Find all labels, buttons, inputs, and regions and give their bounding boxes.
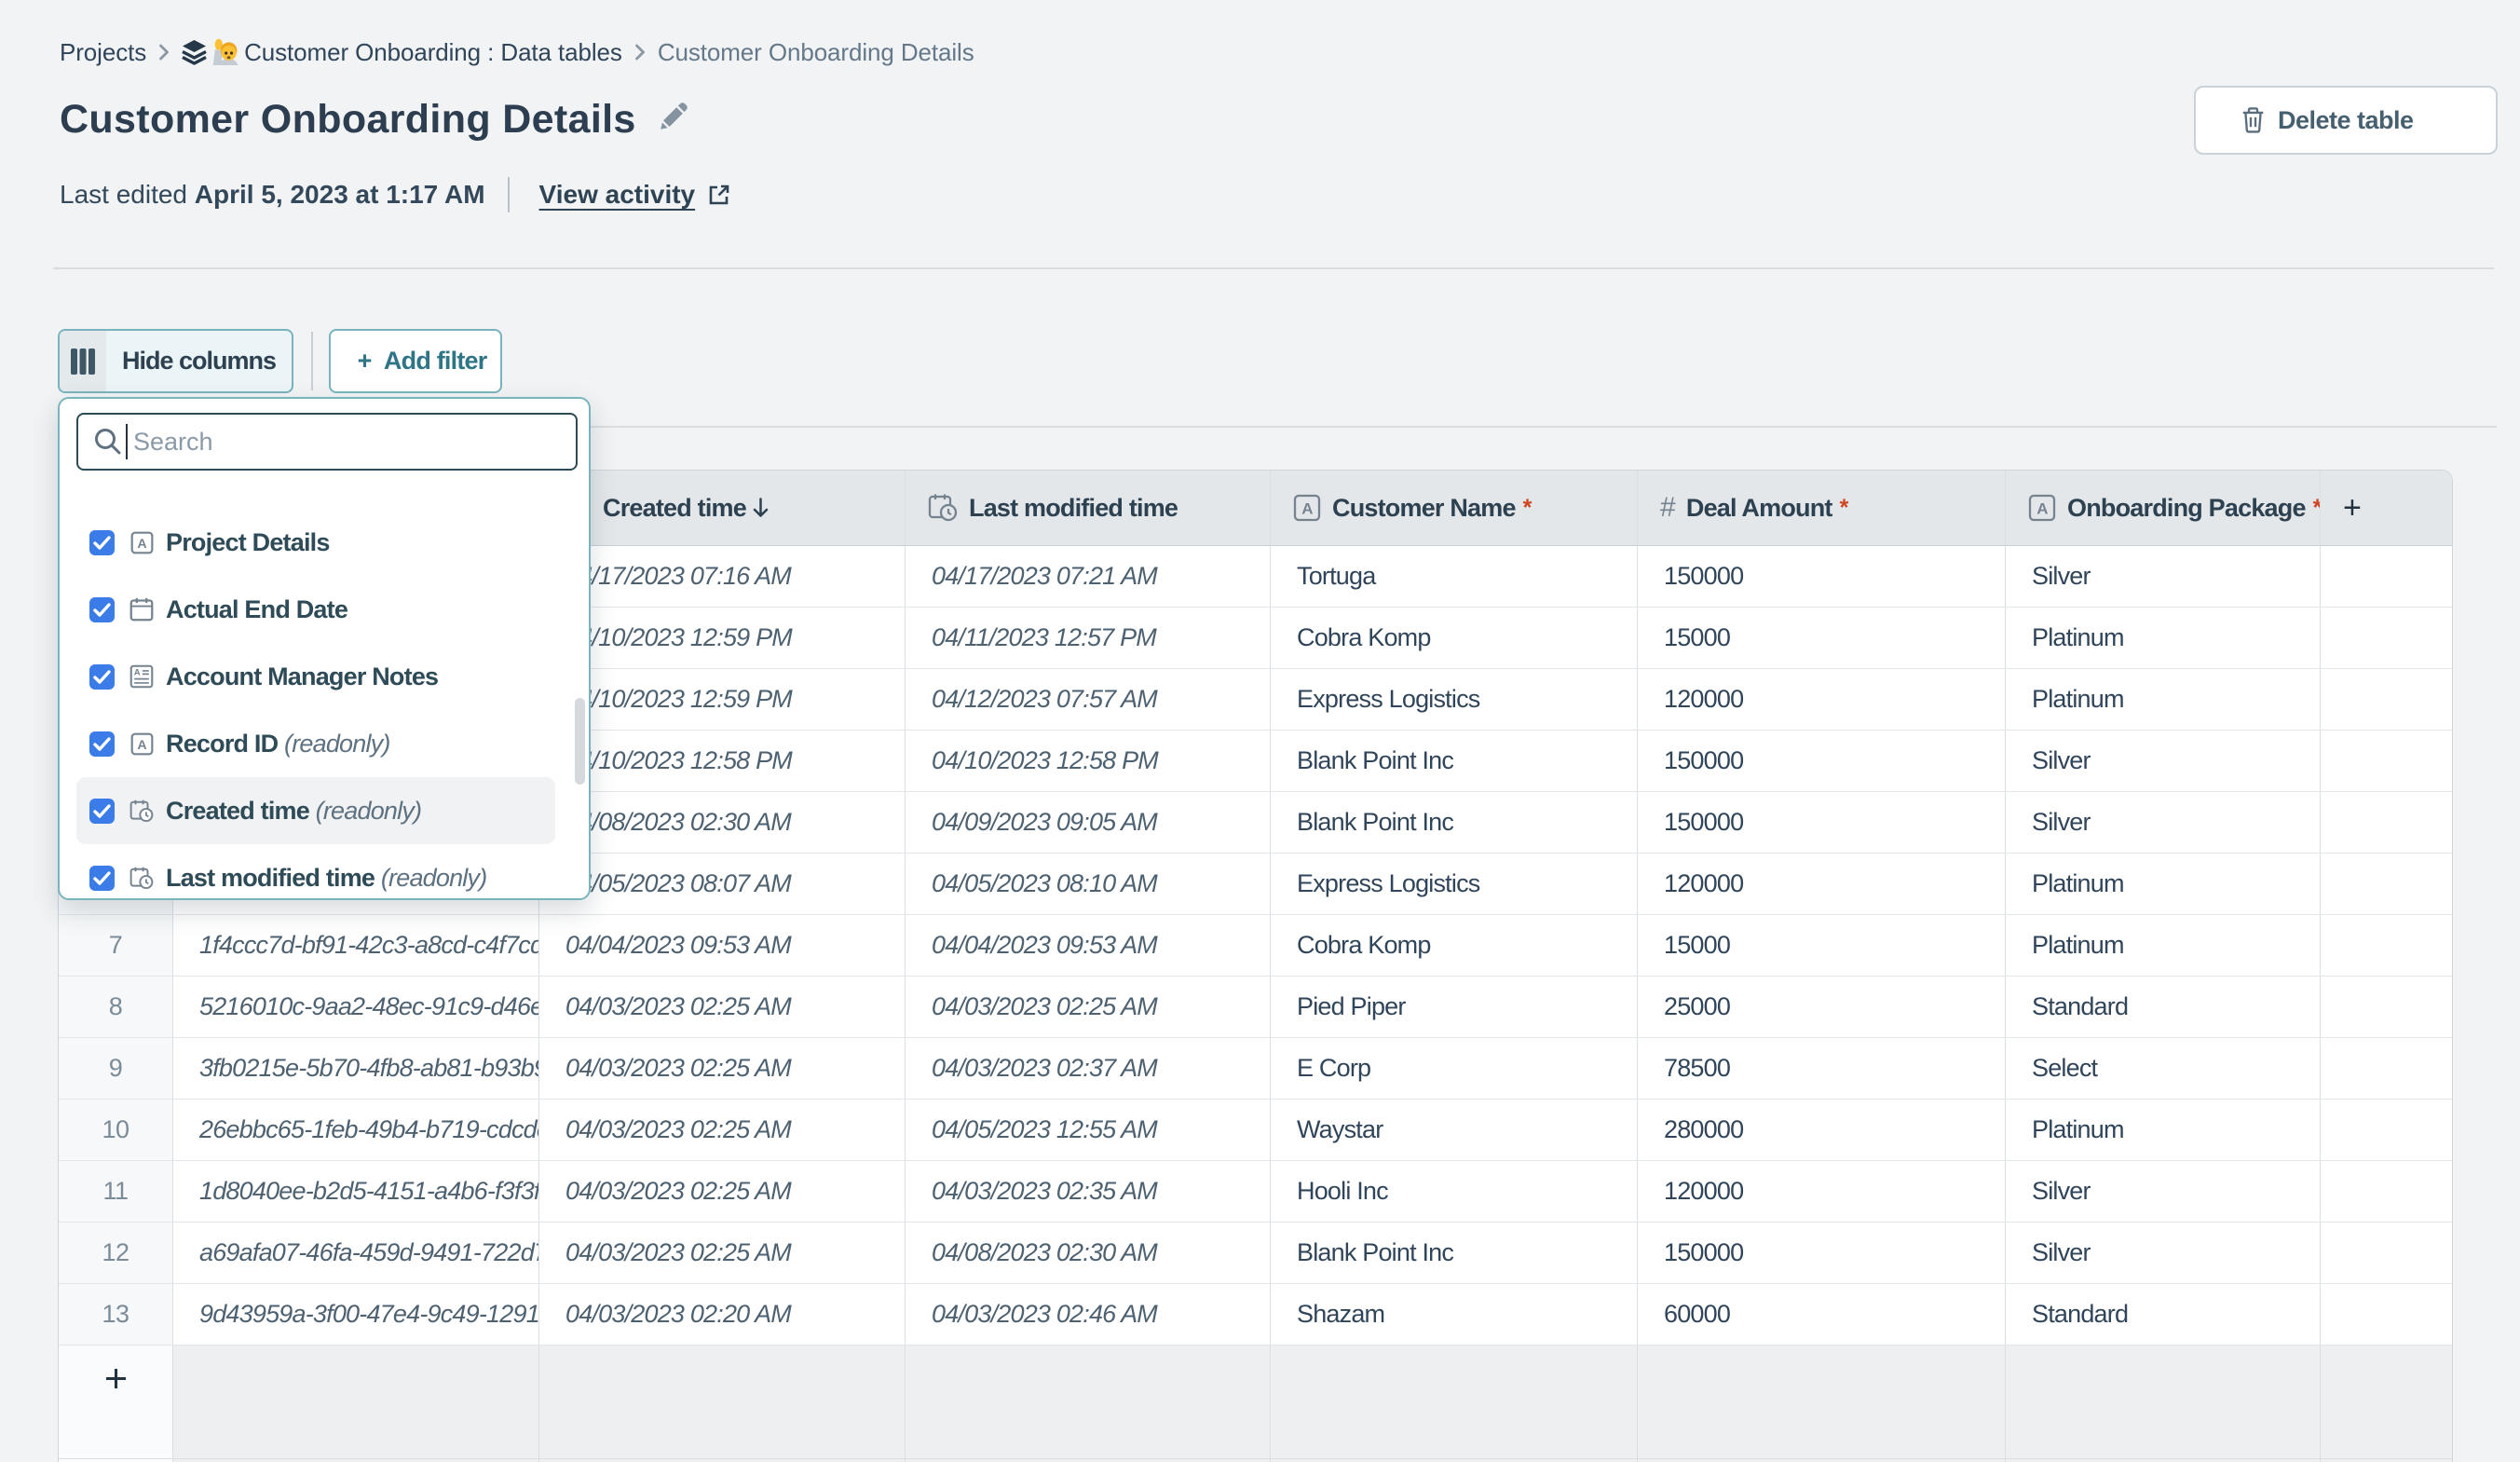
svg-text:A: A xyxy=(137,536,146,551)
svg-text:A: A xyxy=(2036,500,2048,518)
svg-text:A: A xyxy=(134,668,141,678)
svg-text:A: A xyxy=(137,737,146,752)
svg-text:A: A xyxy=(1301,500,1313,518)
